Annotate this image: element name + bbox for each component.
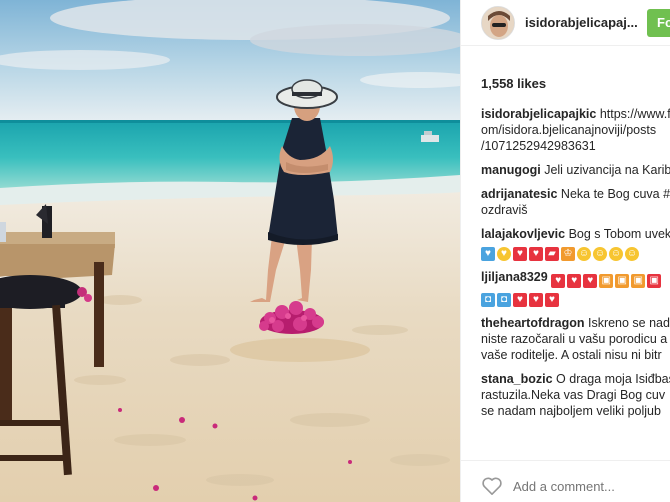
emoji-row: ◘ ◘ ♥ ♥ ♥ [481,288,670,307]
comment-text: Bog s Tobom uvek [568,227,670,241]
username[interactable]: isidorabjelicapaj... [525,15,647,30]
comments-list: isidorabjelicapajkic https://www.fa om/i… [481,106,670,427]
comment-username[interactable]: stana_bozic [481,372,553,386]
smile-icon: ☺ [577,247,591,261]
comment: isidorabjelicapajkic https://www.fa om/i… [481,106,670,154]
comment-text: Neka te Bog cuva # [560,187,670,201]
likes-count[interactable]: 1,558 likes [481,76,546,91]
follow-button[interactable]: Fo [647,9,670,37]
add-comment-input[interactable] [513,479,663,494]
car-icon: ▰ [545,247,559,261]
gift-box-icon: ▣ [615,274,630,288]
heart-box-icon: ♥ [529,247,543,261]
avatar[interactable] [481,6,515,40]
comment-text: vaše roditelje. A ostali nisu ni bitr [481,348,662,362]
yellow-heart-icon: ♥ [497,247,511,261]
post-photo[interactable] [0,0,460,502]
smile-icon: ☺ [625,247,639,261]
red-heart-icon: ♥ [567,274,582,288]
gift-box-icon: ▣ [631,274,646,288]
instagram-post: isidorabjelicapaj... Fo 1,558 likes isid… [0,0,670,502]
comment-text: O draga moja Isiđbas [556,372,670,386]
red-heart-icon: ♥ [551,274,566,288]
comment-username[interactable]: lalajakovljevic [481,227,565,241]
comment: theheartofdragon Iskreno se nad niste ra… [481,315,670,363]
red-heart-icon: ♥ [529,293,543,307]
cup-icon: ◘ [497,293,511,307]
comment-text[interactable]: /1071252942983631 [481,138,670,154]
gift-box-icon: ▣ [647,274,662,288]
post-side-panel: isidorabjelicapaj... Fo 1,558 likes isid… [460,0,670,502]
red-heart-icon: ♥ [513,293,527,307]
blue-heart-icon: ♥ [481,247,495,261]
add-comment-bar [461,460,670,502]
emoji-row: ♥ ♥ ♥ ♥ ▰ ♔ ☺ ☺ ☺ ☺ [481,242,670,261]
like-heart-icon[interactable] [481,476,503,496]
comment: manugogi Jeli uzivancija na Karib [481,162,670,178]
comment-username[interactable]: ljiljana8329 [481,270,548,284]
smile-icon: ☺ [609,247,623,261]
comment-username[interactable]: adrijanatesic [481,187,557,201]
gift-box-icon: ▣ [599,274,614,288]
comment-text: Iskreno se nad [587,316,670,330]
smile-icon: ☺ [593,247,607,261]
comment-text: ozdraviš [481,203,528,217]
comment: stana_bozic O draga moja Isiđbas rastuzi… [481,371,670,419]
comment-username[interactable]: theheartofdragon [481,316,584,330]
comment: ljiljana8329 ♥ ♥ ♥ ▣ ▣ ▣ ▣ ◘ ◘ ♥ ♥ ♥ [481,269,670,307]
comment-text: se nadam najboljem veliki poljub [481,404,661,418]
comment-text[interactable]: om/isidora.bjelicanajnoviji/posts [481,122,670,138]
red-heart-icon: ♥ [583,274,598,288]
red-heart-icon: ♥ [545,293,559,307]
comment-text: rastuzila.Neka vas Dragi Bog cuv [481,388,666,402]
post-header: isidorabjelicapaj... Fo [461,0,670,46]
cup-icon: ◘ [481,293,495,307]
comment-username[interactable]: isidorabjelicapajkic [481,107,596,121]
crown-icon: ♔ [561,247,575,261]
red-heart-icon: ♥ [513,247,527,261]
comment: adrijanatesic Neka te Bog cuva # ozdravi… [481,186,670,218]
comment-text[interactable]: https://www.fa [600,107,670,121]
comment-username[interactable]: manugogi [481,163,541,177]
comment-text: niste razočarali u vašu porodicu a [481,332,668,346]
comment-text: Jeli uzivancija na Karib [544,163,670,177]
comment: lalajakovljevic Bog s Tobom uvek ♥ ♥ ♥ ♥ ▰ ♔ ☺… [481,226,670,261]
